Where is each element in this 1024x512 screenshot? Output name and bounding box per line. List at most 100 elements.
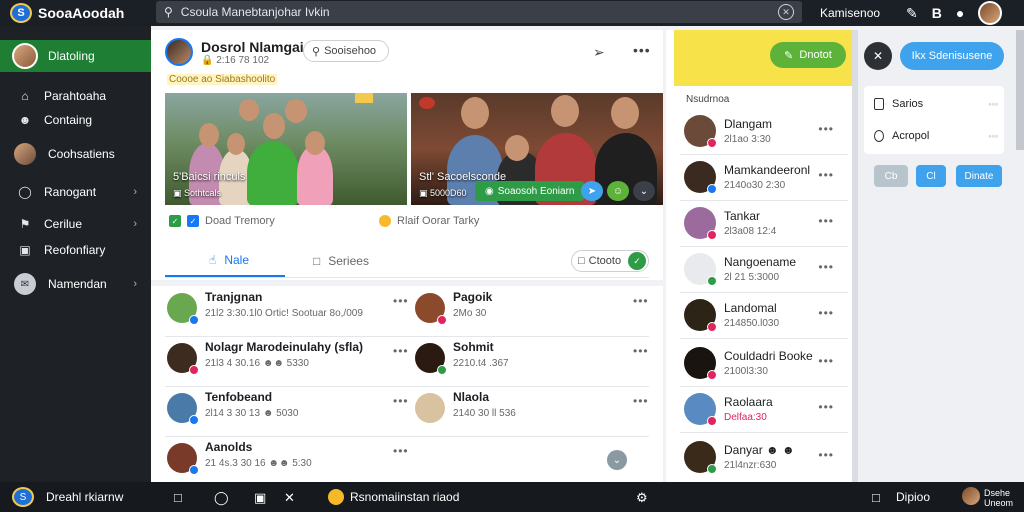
comment-avatar[interactable] [167, 443, 199, 475]
more-icon[interactable]: ••• [633, 42, 651, 58]
bookmark-icon[interactable]: B [932, 5, 942, 21]
more-icon[interactable]: ••• [818, 214, 834, 228]
logo-icon[interactable]: S [12, 487, 34, 507]
chevron-down-icon[interactable]: ⌄ [633, 181, 655, 201]
comment-item[interactable]: Tranjgnan 21l2 3:30.1l0 Ortic! Sootuar 8o… [167, 290, 411, 338]
message-icon[interactable]: ◯ [214, 490, 229, 506]
small-button-1[interactable]: Cb [874, 165, 908, 187]
friend-item[interactable]: Nangoename 2l 21 5:3000 ••• [684, 246, 846, 292]
reaction-summary-left[interactable]: ✓ ✓ Doad Tremory [169, 215, 275, 227]
more-icon[interactable]: ◦◦◦ [988, 99, 998, 109]
more-icon[interactable]: ••• [633, 344, 649, 358]
top-username[interactable]: Kamisenoo [820, 6, 880, 20]
online-button[interactable]: ✎ Dnotot [770, 42, 846, 68]
comment-avatar[interactable] [167, 393, 199, 425]
user-avatar[interactable] [962, 487, 980, 505]
more-icon[interactable]: ••• [633, 394, 649, 408]
comment-author[interactable]: Nlaola [453, 390, 516, 404]
comment-author[interactable]: Pagoik [453, 290, 492, 304]
sidebar-item-cerilue[interactable]: ⚑ Cerilue › [0, 212, 151, 236]
photo-action-button[interactable]: ◉ Soaosoh Eoniarn [475, 181, 585, 201]
friend-item[interactable]: Landomal 214850.l030 ••• [684, 292, 846, 338]
comment-avatar[interactable] [415, 343, 447, 375]
comment-avatar[interactable] [415, 393, 445, 423]
more-icon[interactable]: ◦◦◦ [988, 131, 998, 141]
more-icon[interactable]: ••• [818, 260, 834, 274]
more-icon[interactable]: ••• [393, 394, 409, 408]
friend-item[interactable]: Mamkandeeronl 2140o30 2:30 ••• [684, 154, 846, 200]
chat-icon[interactable]: □ [174, 490, 182, 505]
friend-item[interactable]: Danyar ☻ ☻ 21l4nzr:630 ••• [684, 434, 846, 480]
small-button-2[interactable]: Cl [916, 165, 946, 187]
app-logo[interactable]: S SooaAoodah [0, 3, 160, 23]
sidebar-item-namendan[interactable]: ✉ Namendan › [0, 272, 151, 296]
friend-item[interactable]: Couldadri Booke 2100l3:30 ••• [684, 340, 846, 386]
tab-like[interactable]: ☝ Nale [165, 244, 285, 277]
comment-author[interactable]: Aanolds [205, 440, 312, 454]
more-icon[interactable]: ••• [818, 168, 834, 182]
sidebar-item-contacts[interactable]: ☻ Containg [0, 108, 151, 132]
sidebar-item-ranogant[interactable]: ◯ Ranogant › [0, 180, 151, 204]
sidebar-item-reofonfiary[interactable]: ▣ Reofonfiary [0, 238, 151, 262]
share-icon[interactable]: ➤ [581, 181, 603, 201]
search-icon[interactable]: ⚲ [164, 5, 173, 19]
more-icon[interactable]: ••• [393, 444, 409, 458]
friend-item[interactable]: Raolaara Delfaa:30 ••• [684, 386, 846, 432]
post-author-avatar[interactable] [165, 38, 193, 66]
search-clear-icon[interactable]: ✕ [778, 4, 794, 20]
more-icon[interactable]: ••• [633, 294, 649, 308]
bottom-status[interactable]: Rsnomaiinstan riaod [350, 490, 459, 504]
comment-avatar[interactable] [415, 293, 447, 325]
primary-button[interactable]: Ikx Sdenisusene [900, 42, 1004, 70]
scrollbar[interactable] [1016, 30, 1024, 150]
comment-item[interactable]: Nlaola 2140 30 ll 536 [415, 390, 659, 438]
comment-item[interactable]: Pagoik 2Mo 30 [415, 290, 659, 338]
more-icon[interactable]: ••• [818, 122, 834, 136]
post-search-button[interactable]: ⚲ Sooisehoo [303, 40, 389, 62]
more-icon[interactable]: ••• [818, 354, 834, 368]
friend-item[interactable]: Dlangam 2l1ao 3:30 ••• [684, 108, 846, 154]
sidebar-item-conversations[interactable]: Coohsatiens [0, 142, 151, 166]
emoji-icon[interactable]: ☺ [607, 181, 629, 201]
comment-author[interactable]: Sohmit [453, 340, 509, 354]
user-avatar[interactable] [978, 1, 1003, 25]
chevron-down-icon[interactable]: ⌄ [607, 450, 627, 470]
more-icon[interactable]: ••• [818, 448, 834, 462]
search-input[interactable] [180, 5, 770, 19]
comment-avatar[interactable] [167, 293, 199, 325]
tab-share[interactable]: □ Seriees [313, 244, 369, 277]
comment-author[interactable]: Nolagr Marodeinulahy (sfla) [205, 340, 363, 354]
bottom-name[interactable]: Dreahl rkiarnw [46, 490, 123, 504]
cta-button[interactable]: □ Ctooto ✓ [571, 250, 649, 272]
comment-item[interactable]: Sohmit 2210.t4 .367 [415, 340, 659, 388]
comment-item[interactable]: Aanolds 21 4s.3 30 16 ☻☻ 5:30 [167, 440, 411, 482]
more-icon[interactable]: ••• [818, 400, 834, 414]
bottom-right-user[interactable]: Dsehe Uneom [984, 488, 1022, 508]
sidebar-item-active[interactable]: Dlatoling [0, 40, 151, 72]
friend-item[interactable]: Tankar 2l3a08 12:4 ••• [684, 200, 846, 246]
sidebar-item-home[interactable]: ⌂ Parahtoaha [0, 84, 151, 108]
edit-icon[interactable]: ✎ [906, 5, 918, 22]
more-icon[interactable]: ••• [818, 306, 834, 320]
close-icon[interactable]: ✕ [864, 42, 892, 70]
comment-item[interactable]: Nolagr Marodeinulahy (sfla) 21l3 4 30.16 … [167, 340, 411, 388]
reaction-summary-right[interactable]: Rlaif Oorar Tarky [379, 215, 479, 227]
post-photo-right[interactable]: Stl' Sacoelsconde ▣ 5000D60 ◉ Soaosoh Eo… [411, 93, 663, 205]
option-row[interactable]: Sarios ◦◦◦ [874, 92, 998, 116]
gear-icon[interactable]: ⚙ [636, 490, 648, 506]
more-icon[interactable]: ••• [393, 344, 409, 358]
bottom-right-label[interactable]: Dipioo [896, 490, 930, 504]
more-icon[interactable]: ••• [393, 294, 409, 308]
post-author[interactable]: Dosrol Nlamgai [201, 39, 304, 55]
comment-item[interactable]: Tenfobeand 2l14 3 30 13 ☻ 5030 [167, 390, 411, 438]
chat-icon[interactable]: □ [872, 490, 880, 505]
comment-author[interactable]: Tranjgnan [205, 290, 363, 304]
option-row[interactable]: Acropol ◦◦◦ [874, 124, 998, 148]
post-photo-left[interactable]: 5'Baicsi rinculs ▣ Sothtcals [165, 93, 407, 205]
video-icon[interactable]: ▣ [254, 490, 266, 506]
notification-icon[interactable]: ● [956, 5, 964, 21]
pin-icon[interactable]: ➢ [593, 44, 605, 61]
small-button-3[interactable]: Dinate [956, 165, 1002, 187]
close-icon[interactable]: ✕ [284, 490, 295, 506]
comment-author[interactable]: Tenfobeand [205, 390, 298, 404]
